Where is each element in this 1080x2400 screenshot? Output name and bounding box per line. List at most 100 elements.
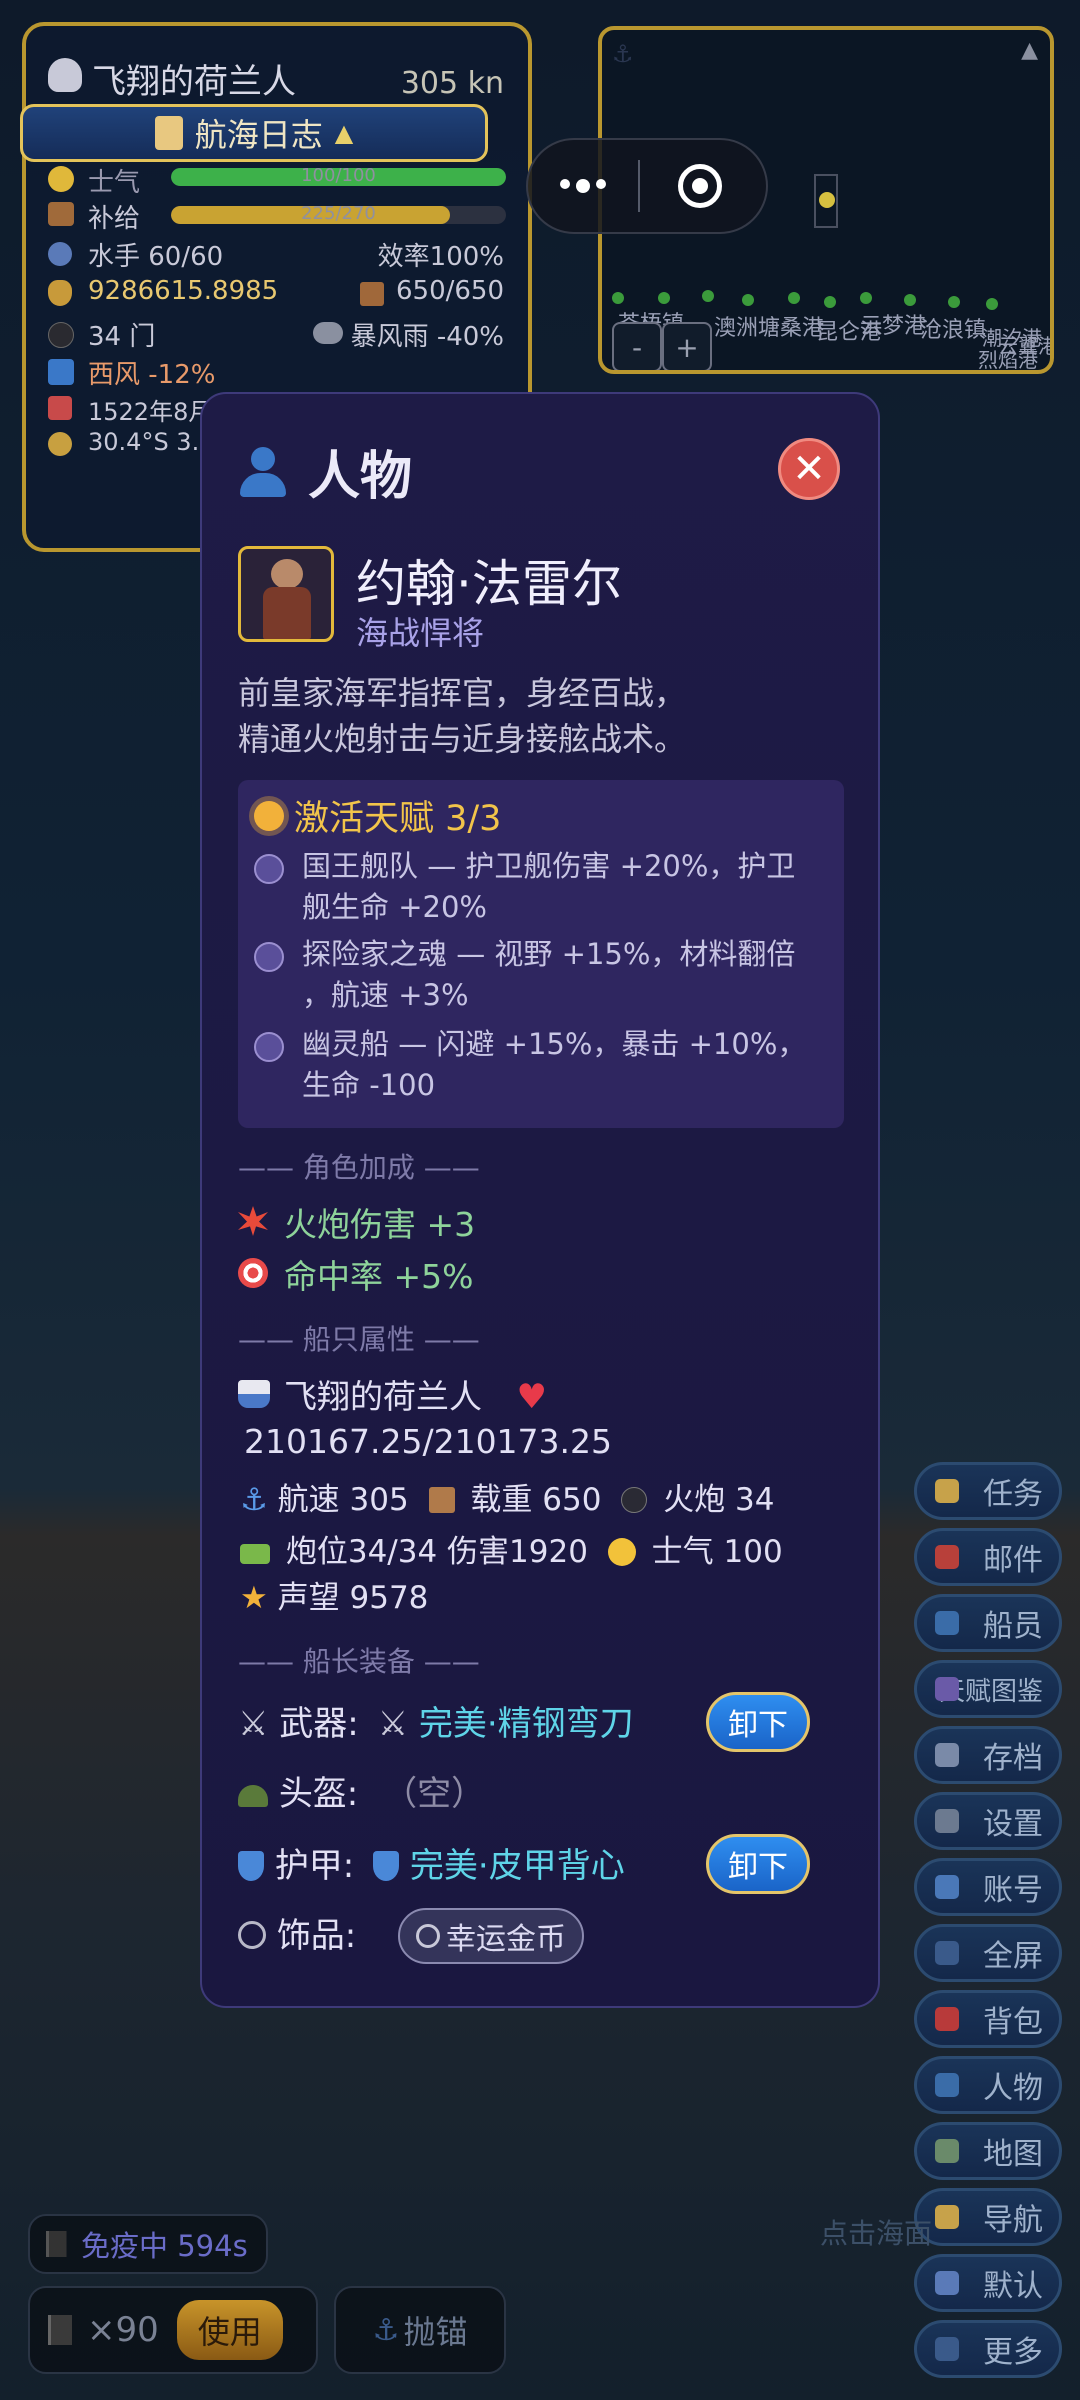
ship-name-row: 飞翔的荷兰人 ♥ (238, 1370, 547, 1418)
scroll-icon (154, 116, 183, 150)
more-options-button[interactable] (528, 140, 638, 232)
star-icon: ★ (240, 1580, 268, 1616)
ship-attr-header: —— 船只属性 —— (238, 1323, 480, 1356)
save-icon (935, 1743, 959, 1767)
supply-bar: 225/270 (171, 206, 506, 224)
use-button[interactable]: 使用 (176, 2300, 283, 2360)
side-menu-backpack-button[interactable]: 背包 (914, 1990, 1062, 2048)
close-button[interactable]: ✕ (778, 438, 840, 500)
flag-panel: ×90 使用 (28, 2286, 318, 2374)
morale-bar: 100/100 (171, 168, 506, 186)
modal-title: 人物 (236, 434, 412, 509)
default-icon (935, 2271, 959, 2295)
crossed-swords-icon: ⚔ (238, 1704, 269, 1744)
side-menu-talent-codex-button[interactable]: 天赋图鉴 (914, 1660, 1062, 1718)
heart-icon: ♥ (516, 1377, 547, 1417)
side-menu-crew-button[interactable]: 船员 (914, 1594, 1062, 1652)
shield-icon (238, 1851, 264, 1881)
port-dot (658, 292, 670, 304)
money-bag-icon (48, 280, 72, 306)
side-menu-mail-button[interactable]: 邮件 (914, 1528, 1062, 1586)
navigation-icon (935, 2205, 959, 2229)
medal-icon (416, 1924, 440, 1948)
talent-gem-icon (254, 942, 284, 972)
port-label: 澳洲塘桑港 (714, 316, 825, 341)
weapon-row: ⚔ 武器: ⚔ 完美·精钢弯刀 (238, 1704, 634, 1744)
port-dot (948, 296, 960, 308)
armor-row: 护甲: 完美·皮甲背心 (238, 1838, 625, 1887)
ship-stats-row1: ⚓ 航速 305 载重 650 火炮 34 (240, 1482, 775, 1518)
flag-icon (46, 2231, 71, 2257)
port-label: 云梦港 (860, 314, 927, 339)
role-bonus-header: —— 角色加成 —— (238, 1151, 480, 1184)
explosion-icon (238, 1206, 268, 1236)
talent-box: 激活天赋 3/3 国王舰队 — 护卫舰伤害 +20%，护卫 舰生命 +20% 探险… (238, 780, 844, 1128)
side-menu-navigation-button[interactable]: 导航 (914, 2188, 1062, 2246)
wind-row: 西风 -12% (48, 354, 506, 391)
bonus-hit: 命中率 +5% (238, 1250, 474, 1298)
side-menu-fullscreen-button[interactable]: 全屏 (914, 1924, 1062, 1982)
zoom-out-button[interactable]: - (612, 322, 662, 370)
weather-row: 暴风雨 -40% (312, 316, 504, 353)
calendar-icon (48, 396, 72, 420)
character-name: 约翰·法雷尔 (356, 555, 622, 613)
close-icon: ✕ (792, 446, 826, 492)
character-title: 海战悍将 (356, 614, 485, 652)
crew-icon (48, 242, 72, 266)
side-menu-quest-button[interactable]: 任务 (914, 1462, 1062, 1520)
unequip-weapon-button[interactable]: 卸下 (706, 1692, 810, 1752)
side-menu-account-button[interactable]: 账号 (914, 1858, 1062, 1916)
side-menu-map-button[interactable]: 地图 (914, 2122, 1062, 2180)
ghost-icon (48, 58, 82, 92)
side-menu-save-button[interactable]: 存档 (914, 1726, 1062, 1784)
bomb-icon (621, 1487, 648, 1513)
logbook-button[interactable]: 航海日志 ▲ (20, 104, 488, 162)
smile-icon (607, 1538, 636, 1566)
anchor-button[interactable]: ⚓ 抛锚 (334, 2286, 506, 2374)
side-menu-character-button[interactable]: 人物 (914, 2056, 1062, 2114)
port-dot (986, 298, 998, 310)
crossed-swords-icon: ⚔ (377, 1704, 409, 1744)
side-menu-more-button[interactable]: 更多 (914, 2320, 1062, 2378)
status-speed: 305 kn (400, 66, 504, 101)
bonus-cannon: 火炮伤害 +3 (238, 1198, 475, 1246)
shield-icon (373, 1851, 400, 1881)
collapse-icon[interactable]: ▲ (1021, 38, 1038, 63)
quarantine-badge: 免疫中 594s (28, 2214, 268, 2274)
anchor-icon: ⚓ (240, 1482, 268, 1518)
miniprogram-capsule (526, 138, 768, 234)
armor-item[interactable]: 完美·皮甲背心 (410, 1846, 625, 1886)
backpack-icon (935, 2007, 959, 2031)
anchor-icon: ⚓ (612, 40, 634, 68)
side-menu-default-button[interactable]: 默认 (914, 2254, 1062, 2312)
character-modal: 人物 ✕ 约翰·法雷尔 海战悍将 前皇家海军指挥官，身经百战， 精通火炮射击与近… (200, 392, 880, 2008)
person-icon (236, 445, 290, 499)
port-dot (860, 292, 872, 304)
port-dot (742, 294, 754, 306)
more-dots-icon (560, 179, 606, 193)
ship-fame-row: ★ 声望 9578 (240, 1580, 429, 1616)
account-icon (935, 1875, 959, 1899)
arrow-right-icon (48, 359, 74, 385)
talent-codex-icon (935, 1677, 959, 1701)
compass-icon (48, 432, 72, 456)
unequip-armor-button[interactable]: 卸下 (706, 1834, 810, 1894)
zoom-in-button[interactable]: + (662, 322, 712, 370)
weapon-item[interactable]: 完美·精钢弯刀 (419, 1704, 634, 1744)
ship-hp: 210167.25/210173.25 (244, 1422, 613, 1461)
side-menu-settings-button[interactable]: 设置 (914, 1792, 1062, 1850)
close-miniprogram-button[interactable] (640, 140, 760, 232)
helmet-row: 头盔: （空） (238, 1766, 485, 1815)
port-dot (824, 296, 836, 308)
helmet-empty: （空） (383, 1774, 486, 1814)
character-description: 前皇家海军指挥官，身经百战， 精通火炮射击与近身接舷战术。 (238, 674, 687, 758)
equip-header: —— 船长装备 —— (238, 1645, 480, 1678)
character-icon (935, 2073, 959, 2097)
more-icon (935, 2337, 959, 2361)
port-dot (904, 294, 916, 306)
port-label: 烈焰港 (978, 348, 1038, 372)
accessory-item[interactable]: 幸运金币 (398, 1908, 584, 1964)
sun-icon (254, 800, 284, 831)
storm-icon (312, 322, 343, 344)
port-dot (702, 290, 714, 302)
